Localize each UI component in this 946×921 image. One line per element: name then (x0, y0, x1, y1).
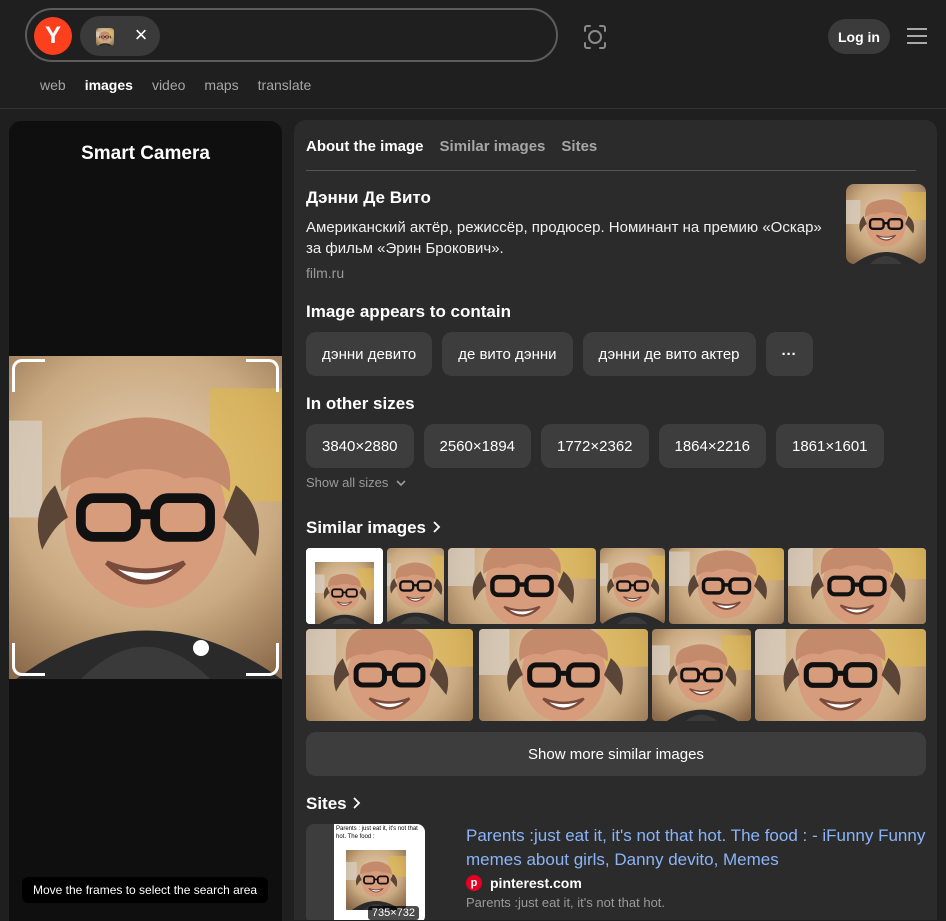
size-chip[interactable]: 2560×1894 (423, 424, 531, 468)
similar-image[interactable] (652, 629, 751, 721)
size-chip[interactable]: 1772×2362 (541, 424, 649, 468)
entity-description: Американский актёр, режиссёр, продюсер. … (306, 219, 822, 257)
similar-image[interactable] (306, 548, 383, 624)
sites-title[interactable]: Sites (306, 794, 361, 814)
similar-image[interactable] (669, 548, 784, 624)
show-all-sizes-link[interactable]: Show all sizes (306, 475, 406, 490)
similar-image[interactable] (448, 548, 596, 624)
nav-tab-web[interactable]: web (40, 77, 66, 93)
tag-chip[interactable]: дэнни де вито актер (582, 332, 756, 376)
site-thumbnail[interactable]: Parents : just eat it, it's not that hot… (306, 824, 425, 920)
meme-caption: Parents : just eat it, it's not that hot… (336, 826, 418, 840)
site-result-title[interactable]: Parents :just eat it, it's not that hot.… (466, 824, 926, 872)
crop-hint: Move the frames to select the search are… (22, 877, 269, 903)
similar-images-title[interactable]: Similar images (306, 518, 441, 538)
size-chip[interactable]: 1864×2216 (658, 424, 766, 468)
camera-icon[interactable] (580, 22, 610, 52)
nav-tab-video[interactable]: video (152, 77, 185, 93)
hamburger-menu-icon[interactable] (906, 26, 928, 46)
chevron-down-icon (396, 475, 406, 490)
login-button[interactable]: Log in (828, 19, 890, 54)
query-image-chip[interactable]: × (80, 16, 160, 56)
similar-image[interactable] (788, 548, 926, 624)
nav-tab-maps[interactable]: maps (204, 77, 238, 93)
chevron-right-icon (431, 518, 441, 537)
contains-tags: дэнни девито де вито дэнни дэнни де вито… (306, 332, 813, 376)
tab-similar-images[interactable]: Similar images (440, 138, 546, 155)
similar-image[interactable] (479, 629, 648, 721)
search-box[interactable]: Y × (25, 8, 558, 62)
size-chip[interactable]: 1861×1601 (776, 424, 884, 468)
crop-handle-bottom-right[interactable] (246, 643, 279, 676)
sizes-title: In other sizes (306, 394, 415, 413)
sites-label: Sites (306, 794, 347, 813)
smart-camera-title: Smart Camera (81, 143, 210, 164)
crop-handle-top-right[interactable] (246, 359, 279, 392)
show-all-sizes-label: Show all sizes (306, 475, 389, 490)
tab-about-image[interactable]: About the image (306, 138, 424, 155)
results-panel: About the image Similar images Sites Дэн… (294, 120, 937, 920)
crop-handle-top-left[interactable] (12, 359, 45, 392)
similar-image[interactable] (306, 629, 473, 721)
show-more-similar-button[interactable]: Show more similar images (306, 732, 926, 776)
tag-chip[interactable]: де вито дэнни (442, 332, 573, 376)
tag-chip[interactable]: дэнни девито (306, 332, 433, 376)
header-divider (0, 108, 946, 109)
contains-title: Image appears to contain (306, 302, 511, 321)
size-chip[interactable]: 3840×2880 (306, 424, 414, 468)
pinterest-icon: p (466, 875, 482, 891)
entity-name[interactable]: Дэнни Де Вито (306, 188, 431, 208)
similar-image[interactable] (755, 629, 926, 721)
search-nav: web images video maps translate (40, 77, 311, 93)
close-icon[interactable]: × (131, 24, 151, 46)
nav-tab-images[interactable]: images (85, 77, 133, 93)
entity-image[interactable] (846, 184, 926, 264)
crop-handle-bottom-left[interactable] (12, 643, 45, 676)
smart-camera-panel: Smart Camera Move the frames to select t… (9, 121, 282, 921)
query-photo[interactable] (9, 356, 282, 679)
yandex-logo[interactable]: Y (34, 17, 72, 55)
focus-point-dot[interactable] (193, 640, 209, 656)
site-domain-label: pinterest.com (490, 875, 582, 891)
tab-sites[interactable]: Sites (561, 138, 597, 155)
entity-source[interactable]: film.ru (306, 265, 344, 281)
logo-letter: Y (44, 22, 61, 49)
site-domain[interactable]: p pinterest.com (466, 875, 582, 891)
tabs-divider (306, 170, 916, 171)
results-tabs: About the image Similar images Sites (306, 138, 597, 155)
similar-image[interactable] (600, 548, 665, 624)
similar-images-label: Similar images (306, 518, 427, 537)
more-tags-button[interactable]: ··· (765, 332, 813, 376)
site-snippet: Parents :just eat it, it's not that hot. (466, 895, 666, 910)
similar-image[interactable] (387, 548, 444, 624)
sizes-list: 3840×2880 2560×1894 1772×2362 1864×2216 … (306, 424, 884, 468)
image-size-badge: 735×732 (367, 906, 419, 920)
query-image-thumbnail (96, 28, 114, 46)
chevron-right-icon (351, 794, 361, 813)
nav-tab-translate[interactable]: translate (258, 77, 312, 93)
